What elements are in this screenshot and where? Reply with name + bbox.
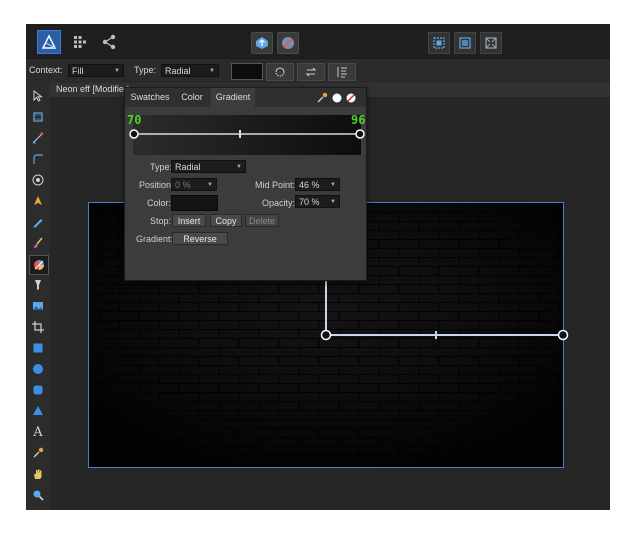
stop-right-marker xyxy=(355,129,365,139)
chevron-down-icon: ▼ xyxy=(207,182,213,188)
context-label: Context: xyxy=(29,65,63,75)
type-label: Type: xyxy=(134,65,157,75)
pen-tool-icon[interactable] xyxy=(29,192,47,210)
position-field[interactable]: 0 % ▼ xyxy=(171,178,217,191)
opacity-label: Opacity: xyxy=(262,198,296,208)
position-value: 0 % xyxy=(175,180,191,190)
rounded-rect-tool-icon[interactable] xyxy=(29,381,47,399)
chevron-down-icon: ▼ xyxy=(209,68,215,74)
move-tool-icon[interactable] xyxy=(29,87,47,105)
place-image-tool-icon[interactable] xyxy=(29,297,47,315)
tab-swatches[interactable]: Swatches xyxy=(127,88,173,107)
gradient-slider[interactable] xyxy=(125,109,366,159)
reverse-gradient-icon[interactable] xyxy=(266,63,294,81)
type-label: Type: xyxy=(150,162,173,172)
gradient-type-select[interactable]: Radial ▼ xyxy=(171,160,246,173)
copy-button[interactable]: Copy xyxy=(210,214,242,227)
transparency-tool-icon[interactable] xyxy=(29,276,47,294)
stop-color-well[interactable] xyxy=(171,195,218,211)
chevron-down-icon: ▼ xyxy=(330,199,336,205)
fill-color-well[interactable] xyxy=(231,63,263,80)
distribute-icon[interactable] xyxy=(454,32,476,54)
document-tab[interactable]: Neon eff [Modified xyxy=(56,84,129,94)
swap-icon[interactable] xyxy=(297,63,325,81)
share-icon[interactable] xyxy=(100,33,118,51)
assistant-icon[interactable] xyxy=(251,32,273,54)
crop-tool-icon[interactable] xyxy=(29,318,47,336)
rectangle-tool-icon[interactable] xyxy=(29,339,47,357)
chevron-down-icon: ▼ xyxy=(330,182,336,188)
panel-tabs: Swatches Color Gradient xyxy=(125,88,366,107)
gradient-type-value: Radial xyxy=(175,162,201,172)
stop-right-value: 96 xyxy=(351,113,366,127)
gradient-panel: Swatches Color Gradient 70 96 Type: Radi… xyxy=(124,87,367,281)
zoom-tool-icon[interactable] xyxy=(29,486,47,504)
midpoint-marker xyxy=(239,130,241,138)
hand-tool-icon[interactable] xyxy=(29,465,47,483)
type-select[interactable]: Radial ▼ xyxy=(161,64,219,77)
context-toolbar: Context: Fill ▼ Type: Radial ▼ xyxy=(26,58,610,84)
top-toolbar xyxy=(26,24,610,58)
no-color-icon[interactable] xyxy=(345,92,357,104)
stop-left-marker xyxy=(129,129,139,139)
context-select[interactable]: Fill ▼ xyxy=(68,64,124,77)
type-value: Radial xyxy=(165,66,191,76)
text-tool-icon[interactable]: A xyxy=(29,423,47,441)
opacity-value: 70 % xyxy=(299,197,320,207)
white-swatch-icon[interactable] xyxy=(331,92,343,104)
opacity-field[interactable]: 70 % ▼ xyxy=(295,195,340,208)
chevron-down-icon: ▼ xyxy=(114,68,120,74)
align-text-icon[interactable] xyxy=(328,63,356,81)
color-label: Color: xyxy=(147,198,172,208)
stop-left-value: 70 xyxy=(127,113,142,127)
delete-button[interactable]: Delete xyxy=(245,214,279,227)
context-value: Fill xyxy=(72,66,84,76)
midpoint-label: Mid Point: xyxy=(255,180,296,190)
chevron-down-icon: ▼ xyxy=(236,164,242,170)
reverse-button[interactable]: Reverse xyxy=(172,232,228,245)
tab-color[interactable]: Color xyxy=(175,88,209,107)
radial-tool-icon[interactable] xyxy=(29,171,47,189)
align-icon[interactable] xyxy=(428,32,450,54)
transform-icon[interactable] xyxy=(480,32,502,54)
fill-tool-icon[interactable] xyxy=(29,255,49,275)
pencil-tool-icon[interactable] xyxy=(29,213,47,231)
gradient-label: Gradient: xyxy=(136,234,174,244)
tab-gradient[interactable]: Gradient xyxy=(211,88,255,107)
snapping-icon[interactable] xyxy=(277,32,299,54)
insert-button[interactable]: Insert xyxy=(172,214,206,227)
midpoint-value: 46 % xyxy=(299,180,320,190)
ellipse-tool-icon[interactable] xyxy=(29,360,47,378)
grid-persona-icon[interactable] xyxy=(72,34,88,50)
affinity-logo-icon[interactable] xyxy=(37,30,61,54)
stop-label: Stop: xyxy=(150,216,172,226)
position-label: Position: xyxy=(139,180,174,190)
color-picker-tool-icon[interactable] xyxy=(29,444,47,462)
brush-tool-icon[interactable] xyxy=(29,234,47,252)
triangle-tool-icon[interactable] xyxy=(29,402,47,420)
midpoint-field[interactable]: 46 % ▼ xyxy=(295,178,340,191)
tools-panel: A xyxy=(26,83,51,510)
node-tool-icon[interactable] xyxy=(29,129,47,147)
corner-tool-icon[interactable] xyxy=(29,150,47,168)
artboard-tool-icon[interactable] xyxy=(29,108,47,126)
color-picker-icon[interactable] xyxy=(315,91,329,105)
